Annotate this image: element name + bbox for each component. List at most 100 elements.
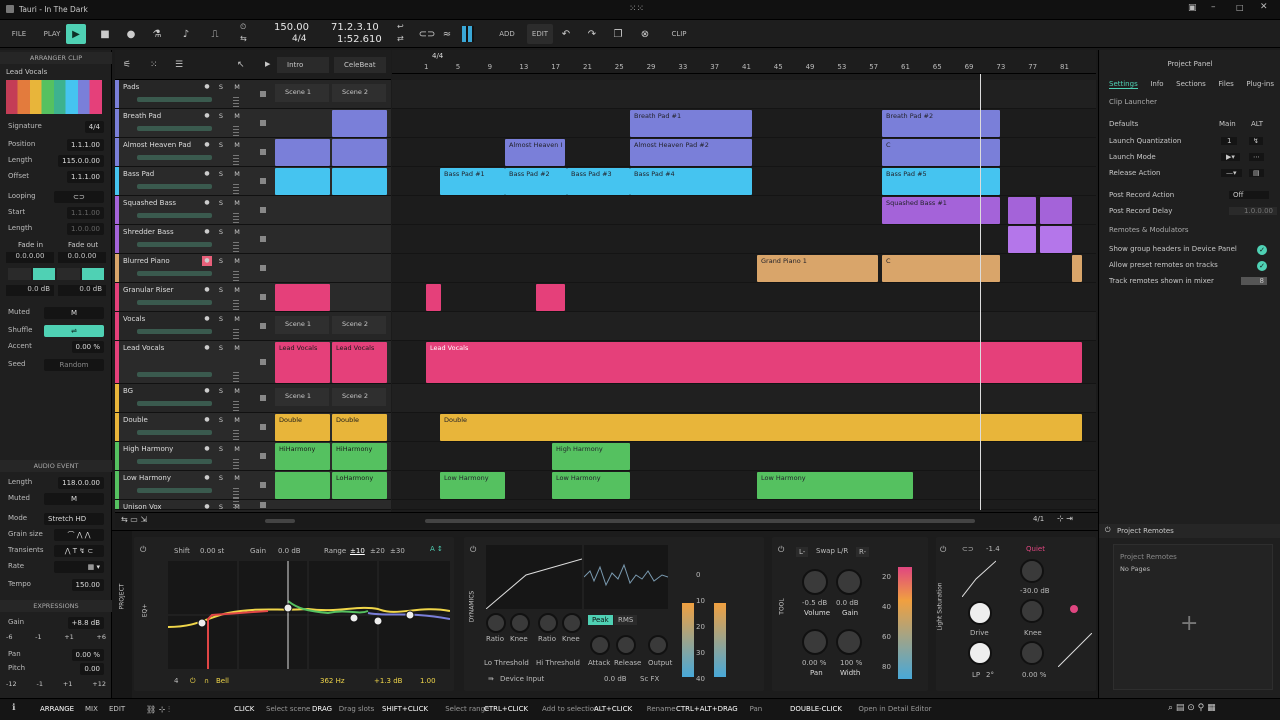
record-arm-icon[interactable]: ● (202, 444, 212, 454)
track-volume-fader[interactable] (137, 126, 212, 131)
no-pages-select[interactable]: No Pages (1120, 565, 1150, 573)
quiet-knob[interactable] (1020, 559, 1044, 583)
track-granular-riser[interactable]: Granular Riser ● S M (115, 283, 391, 312)
loop-length-field[interactable]: 1.0.0.00 (67, 223, 104, 235)
solo-button[interactable]: S (216, 198, 226, 208)
arranger-clip[interactable] (1040, 226, 1072, 253)
arranger-clip[interactable]: Almost Heaven Pad #2 (630, 139, 752, 166)
eq-power-icon[interactable]: ⏻ (140, 545, 146, 555)
grid-view-icon[interactable]: ⁙ (150, 60, 158, 70)
tool-gain-knob[interactable] (836, 569, 862, 595)
track-volume-fader[interactable] (137, 155, 212, 160)
view-edit[interactable]: EDIT (109, 705, 125, 713)
clip-button[interactable]: CLIP (666, 24, 692, 44)
attack-knob[interactable] (590, 635, 610, 655)
automation-icon[interactable]: ≈ (437, 24, 457, 44)
view-arrange[interactable]: ARRANGE (40, 705, 74, 713)
play-button[interactable]: ▶ (66, 24, 86, 44)
launcher-clip[interactable] (275, 139, 330, 166)
record-arm-icon[interactable]: ● (202, 111, 212, 121)
mute-button[interactable]: M (232, 314, 242, 324)
solo-button[interactable]: S (216, 473, 226, 483)
track-remotes-count[interactable]: 8 (1241, 277, 1267, 285)
tool-icons[interactable]: ⛓ ⊹ ⫶ (146, 705, 170, 715)
color-palette[interactable] (6, 80, 102, 114)
looping-toggle[interactable]: ⊂⊃ (54, 191, 104, 203)
grain-selector[interactable]: ⌒ ⋀ ⋀ (54, 529, 104, 541)
maximize-icon[interactable]: □ (1236, 3, 1244, 12)
delete-icon[interactable]: ⊗ (635, 24, 655, 44)
band-number[interactable]: 4 (174, 677, 178, 685)
seed-field[interactable]: Random (44, 359, 104, 371)
solo-button[interactable]: S (216, 227, 226, 237)
scene-stop-icon[interactable] (260, 206, 266, 213)
tab-plugins[interactable]: Plug-ins (1246, 80, 1274, 89)
knee-knob[interactable] (1020, 599, 1044, 623)
arranger-clip[interactable]: Bass Pad #4 (630, 168, 752, 195)
record-arm-icon[interactable]: ● (202, 415, 212, 425)
arranger-clip[interactable] (536, 284, 565, 311)
scene-stop-icon[interactable] (260, 502, 266, 508)
band-gain[interactable]: +1.3 dB (374, 677, 402, 685)
position-field[interactable]: 1.1.1.00 (67, 139, 104, 151)
position-time[interactable]: 1:52.610 (337, 34, 382, 45)
arranger-lane[interactable] (392, 283, 1096, 312)
scene-stop-icon[interactable] (260, 119, 266, 126)
record-button[interactable]: ● (121, 24, 141, 44)
dynamics-gain[interactable]: 0.0 dB (604, 675, 627, 683)
arranger-clip[interactable]: Double (440, 414, 1082, 441)
muted-button[interactable]: M (44, 307, 104, 319)
launcher-clip[interactable]: LoHarmony (332, 472, 387, 499)
launch-quantization-select[interactable]: 1 (1221, 137, 1238, 145)
track-volume-fader[interactable] (137, 459, 212, 464)
scene-stop-icon[interactable] (260, 481, 266, 488)
fade-in-gain[interactable]: 0.0 dB (6, 285, 54, 296)
track-name[interactable]: BG (123, 387, 133, 395)
output-knob[interactable] (648, 635, 668, 655)
solo-button[interactable]: S (216, 415, 226, 425)
record-arm-icon[interactable]: ● (202, 198, 212, 208)
track-volume-fader[interactable] (137, 184, 212, 189)
scene-stop-icon[interactable] (260, 423, 266, 430)
mute-button[interactable]: M (232, 386, 242, 396)
close-icon[interactable]: ✕ (1260, 2, 1268, 12)
knee-value[interactable]: -30.0 dB (1020, 587, 1050, 595)
record-arm-icon[interactable]: ● (202, 169, 212, 179)
solo-button[interactable]: S (216, 140, 226, 150)
sidechain-icon[interactable]: ⇛ (488, 675, 494, 683)
scene-stop-icon[interactable] (260, 322, 266, 329)
copy-icon[interactable]: ❐ (608, 24, 628, 44)
post-record-select[interactable]: Off (1229, 191, 1269, 199)
track-name[interactable]: Squashed Bass (123, 199, 176, 207)
record-arm-icon[interactable]: ● (202, 82, 212, 92)
mix-knob[interactable] (1020, 641, 1044, 665)
launcher-clip[interactable] (332, 139, 387, 166)
arranger-clip[interactable]: Lead Vocals (426, 342, 1082, 383)
pointer-tool-icon[interactable]: ↖ (237, 60, 245, 70)
tab-sections[interactable]: Sections (1176, 80, 1206, 89)
arranger-clip[interactable]: Breath Pad #2 (882, 110, 1000, 137)
tempo-value[interactable]: 150.00 (274, 22, 309, 33)
release-action-select[interactable]: —▾ (1221, 169, 1242, 177)
solo-button[interactable]: S (216, 169, 226, 179)
arranger-clip[interactable]: C (882, 139, 1000, 166)
arranger-lane[interactable] (392, 80, 1096, 109)
snap-icon[interactable]: ⇆ ▭ ⇲ (121, 515, 147, 524)
list-view-icon[interactable]: ☰ (175, 60, 183, 70)
launcher-clip[interactable]: Double (332, 414, 387, 441)
track-squashed-bass[interactable]: Squashed Bass ● S M (115, 196, 391, 225)
launcher-clip[interactable] (275, 284, 330, 311)
fade-curves[interactable] (8, 268, 104, 280)
record-arm-icon[interactable]: ● (202, 386, 212, 396)
solo-button[interactable]: S (216, 444, 226, 454)
remotes-toggle-icon[interactable]: ⏻ (1105, 526, 1111, 535)
solo-button[interactable]: S (216, 82, 226, 92)
track-volume-fader[interactable] (137, 300, 212, 305)
arranger-clip[interactable]: Bass Pad #3 (567, 168, 630, 195)
pitch-field[interactable]: 0.00 (80, 663, 104, 675)
saturation-power-icon[interactable]: ⏻ (940, 545, 946, 555)
stop-button[interactable]: ■ (95, 24, 115, 44)
mute-button[interactable]: M (232, 473, 242, 483)
mute-button[interactable]: M (232, 140, 242, 150)
drive-value[interactable]: -1.4 (986, 545, 1000, 553)
